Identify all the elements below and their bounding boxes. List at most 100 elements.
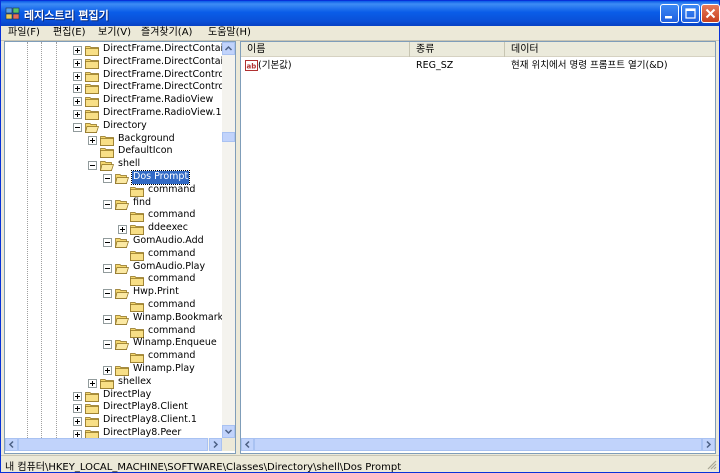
value-row[interactable]: ab (기본값) REG_SZ 현재 위치에서 명령 프롬프트 열기(&D) xyxy=(241,59,715,72)
tree-node[interactable]: command xyxy=(5,325,222,338)
tree-node[interactable]: DirectPlay xyxy=(5,389,222,402)
value-list-pane[interactable]: 이름 종류 데이터 ab (기본값) REG_SZ 현재 위치에서 명령 프롬프… xyxy=(240,41,716,454)
expand-icon[interactable] xyxy=(73,97,82,107)
collapse-icon[interactable] xyxy=(103,289,112,299)
tree-horizontal-scrollbar[interactable] xyxy=(5,438,222,451)
collapse-icon[interactable] xyxy=(73,122,82,132)
expand-icon[interactable] xyxy=(103,366,112,375)
expand-icon[interactable] xyxy=(73,71,82,81)
tree-node-label: Winamp.Play xyxy=(133,363,195,374)
tree-node[interactable]: Dos Prompt xyxy=(5,170,222,185)
expand-icon[interactable] xyxy=(73,430,82,438)
tree-node-label: DirectPlay8.Client xyxy=(103,401,188,413)
resize-grip-icon[interactable] xyxy=(706,459,717,470)
tree-node[interactable]: Hwp.Print xyxy=(5,286,222,300)
scroll-thumb[interactable] xyxy=(254,438,702,451)
expand-icon[interactable] xyxy=(88,135,97,145)
collapse-icon[interactable] xyxy=(103,314,112,324)
tree-node[interactable]: find xyxy=(5,197,222,210)
tree-node[interactable]: command xyxy=(5,273,222,287)
menu-edit[interactable]: 편집(E) xyxy=(53,26,86,41)
list-horizontal-scrollbar[interactable] xyxy=(241,438,715,451)
tree-node[interactable]: DirectFrame.DirectContaine xyxy=(5,56,222,69)
expand-icon[interactable] xyxy=(73,391,82,401)
tree-node[interactable]: command xyxy=(5,209,222,223)
collapse-icon[interactable] xyxy=(103,174,112,183)
minimize-button[interactable] xyxy=(660,4,679,23)
scroll-up-arrow[interactable] xyxy=(222,42,235,55)
folder-icon xyxy=(85,430,99,438)
tree-node-label: DirectPlay8.Peer xyxy=(103,427,182,438)
folder-icon xyxy=(85,71,99,82)
tree-node[interactable]: shell xyxy=(5,158,222,172)
tree-node[interactable]: DirectPlay8.Client xyxy=(5,401,222,415)
tree-node[interactable]: command xyxy=(5,184,222,197)
expand-icon[interactable] xyxy=(88,378,97,388)
tree-node[interactable]: DirectPlay8.Peer xyxy=(5,427,222,438)
tree-node[interactable]: Winamp.Bookmark xyxy=(5,312,222,325)
collapse-icon[interactable] xyxy=(103,199,112,209)
menu-favorites[interactable]: 즐겨찾기(A) xyxy=(141,26,192,41)
chevron-up-icon xyxy=(224,45,233,51)
menu-file[interactable]: 파일(F) xyxy=(8,26,40,41)
tree-node-label: Hwp.Print xyxy=(133,286,179,298)
tree-node[interactable]: DirectFrame.RadioView.1 xyxy=(5,107,222,120)
menu-help[interactable]: 도움말(H) xyxy=(208,26,251,41)
expand-icon[interactable] xyxy=(73,58,82,68)
tree-node[interactable]: GomAudio.Play xyxy=(5,261,222,274)
tree-node[interactable]: command xyxy=(5,248,222,261)
tree-node[interactable]: Winamp.Play xyxy=(5,363,222,376)
tree-node-label: DirectFrame.RadioView xyxy=(103,94,214,106)
expand-icon[interactable] xyxy=(73,84,82,94)
tree-node[interactable]: shellex xyxy=(5,376,222,389)
close-button[interactable] xyxy=(701,4,720,23)
scroll-thumb[interactable] xyxy=(18,438,208,451)
column-type[interactable]: 종류 xyxy=(410,42,505,57)
tree-node[interactable]: command xyxy=(5,299,222,312)
collapse-icon[interactable] xyxy=(103,340,112,350)
scroll-corner xyxy=(222,438,235,451)
scroll-thumb[interactable] xyxy=(222,132,235,142)
tree-node[interactable]: ddeexec xyxy=(5,222,222,236)
tree-node[interactable]: DirectFrame.DirectControl. xyxy=(5,81,222,95)
column-name[interactable]: 이름 xyxy=(241,42,410,57)
tree-node[interactable]: GomAudio.Add xyxy=(5,235,222,248)
scroll-right-arrow[interactable] xyxy=(209,438,222,451)
scroll-left-arrow[interactable] xyxy=(241,438,254,451)
maximize-button[interactable] xyxy=(681,4,700,23)
collapse-icon[interactable] xyxy=(88,161,97,171)
collapse-icon[interactable] xyxy=(103,263,112,273)
tree-node-label: Winamp.Enqueue xyxy=(133,337,217,349)
expand-icon[interactable] xyxy=(73,46,82,55)
regedit-icon xyxy=(5,7,20,20)
expand-icon[interactable] xyxy=(118,225,127,235)
scroll-down-arrow[interactable] xyxy=(222,425,235,438)
tree-node[interactable]: DefaultIcon xyxy=(5,145,222,159)
expand-icon[interactable] xyxy=(73,417,82,427)
tree-node[interactable]: DirectPlay8.Client.1 xyxy=(5,414,222,428)
title-bar[interactable]: 레지스트리 편집기 xyxy=(1,1,720,26)
scroll-left-arrow[interactable] xyxy=(5,438,18,451)
tree-node[interactable]: DirectFrame.DirectContaine xyxy=(5,43,222,56)
scroll-right-arrow[interactable] xyxy=(702,438,715,451)
expand-icon[interactable] xyxy=(73,110,82,119)
tree-node[interactable]: Winamp.Enqueue xyxy=(5,337,222,351)
tree-node[interactable]: DirectFrame.DirectControl xyxy=(5,69,222,82)
tree-node-label: DefaultIcon xyxy=(118,145,173,157)
tree-node-label: DirectFrame.DirectContaine xyxy=(103,55,222,67)
collapse-icon[interactable] xyxy=(103,238,112,247)
key-tree-pane[interactable]: DirectFrame.DirectContaine DirectFrame.Di… xyxy=(4,41,236,454)
tree-node[interactable]: DirectFrame.RadioView xyxy=(5,94,222,108)
menu-view[interactable]: 보기(V) xyxy=(98,26,131,41)
column-data[interactable]: 데이터 xyxy=(505,42,715,57)
folder-icon xyxy=(130,276,144,287)
folder-icon xyxy=(85,58,99,69)
tree-vertical-scrollbar[interactable] xyxy=(222,42,235,438)
chevron-left-icon xyxy=(8,440,14,449)
tree-node[interactable]: Directory xyxy=(5,120,222,133)
tree-node[interactable]: command xyxy=(5,350,222,364)
open-folder-icon xyxy=(85,122,99,133)
tree-node[interactable]: Background xyxy=(5,133,222,146)
expand-icon[interactable] xyxy=(73,404,82,414)
folder-icon xyxy=(100,148,114,159)
